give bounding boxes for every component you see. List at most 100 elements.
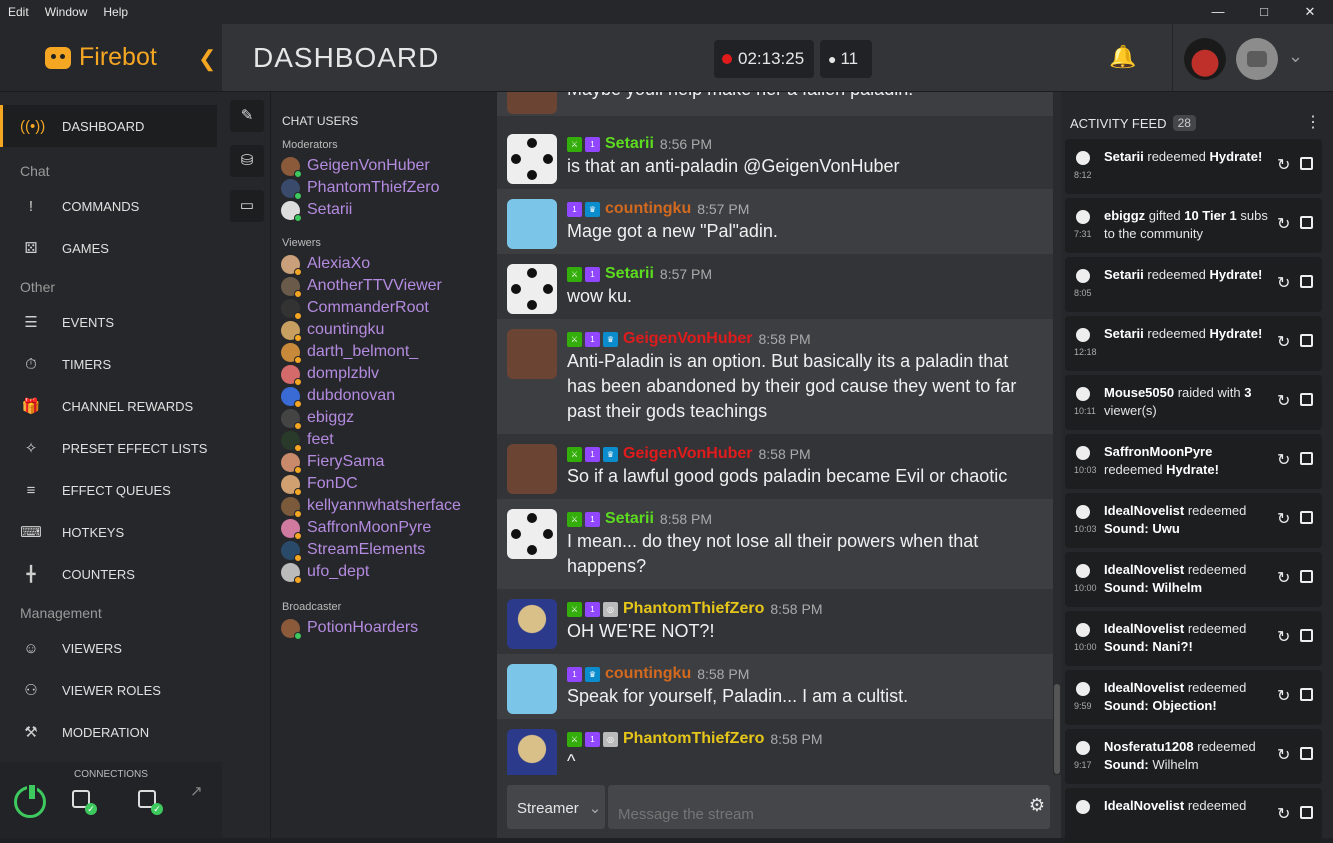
replay-icon[interactable]: ↻ (1277, 745, 1290, 765)
message-username[interactable]: PhantomThiefZero (623, 600, 764, 618)
chat-user[interactable]: dubdonovan (281, 385, 395, 408)
message-username[interactable]: Setarii (605, 510, 654, 528)
replay-icon[interactable]: ↻ (1277, 155, 1290, 175)
nav-preset-effect-lists[interactable]: ✧ PRESET EFFECT LISTS (0, 427, 222, 469)
message-username[interactable]: GeigenVonHuber (623, 330, 753, 348)
chat-message[interactable]: Maybe youll help make her a fallen palad… (497, 92, 1053, 116)
acknowledge-checkbox[interactable] (1300, 570, 1313, 583)
chat-user[interactable]: StreamElements (281, 539, 425, 562)
chat-user[interactable]: CommanderRoot (281, 297, 429, 320)
chat-message[interactable]: ⚔ 1 ◎ PhantomThiefZero 8:58 PM ^ (497, 719, 1053, 775)
chat-user[interactable]: countingku (281, 319, 384, 342)
maximize-icon[interactable]: □ (1241, 0, 1287, 24)
chat-user[interactable]: darth_belmont_ (281, 341, 418, 364)
external-link-icon[interactable]: ↗ (190, 782, 203, 800)
acknowledge-checkbox[interactable] (1300, 275, 1313, 288)
chat-message[interactable]: ⚔ 1 Setarii 8:56 PM is that an anti-paladin … (497, 124, 1053, 189)
chat-user[interactable]: AlexiaXo (281, 253, 370, 276)
chat-message[interactable]: ⚔ 1 ♛ GeigenVonHuber 8:58 PM So if a lawful g… (497, 434, 1053, 499)
replay-icon[interactable]: ↻ (1277, 627, 1290, 647)
message-username[interactable]: countingku (605, 200, 691, 218)
chat-message[interactable]: ⚔ 1 Setarii 8:57 PM wow ku. (497, 254, 1053, 319)
acknowledge-checkbox[interactable] (1300, 806, 1313, 819)
acknowledge-checkbox[interactable] (1300, 157, 1313, 170)
twitch-connection-icon[interactable]: ✓ (72, 790, 97, 815)
replay-icon[interactable]: ↻ (1277, 391, 1290, 411)
message-username[interactable]: GeigenVonHuber (623, 445, 753, 463)
replay-icon[interactable]: ↻ (1277, 804, 1290, 824)
chat-user[interactable]: FonDC (281, 473, 358, 496)
chat-user[interactable]: PotionHoarders (281, 617, 418, 640)
acknowledge-checkbox[interactable] (1300, 688, 1313, 701)
chat-user[interactable]: ufo_dept (281, 561, 369, 584)
nav-hotkeys[interactable]: ⌨ HOTKEYS (0, 511, 222, 553)
chat-user[interactable]: Setarii (281, 199, 352, 222)
acknowledge-checkbox[interactable] (1300, 747, 1313, 760)
acknowledge-checkbox[interactable] (1300, 216, 1313, 229)
chat-user[interactable]: FierySama (281, 451, 384, 474)
replay-icon[interactable]: ↻ (1277, 332, 1290, 352)
chat-message[interactable]: 1 ♛ countingku 8:57 PM Mage got a new "Pal"a… (497, 189, 1053, 254)
database-icon[interactable]: ⛁ (230, 145, 264, 177)
nav-viewer-roles[interactable]: ⚇ VIEWER ROLES (0, 669, 222, 711)
replay-icon[interactable]: ↻ (1277, 214, 1290, 234)
replay-icon[interactable]: ↻ (1277, 273, 1290, 293)
chat-user[interactable]: PhantomThiefZero (281, 177, 440, 200)
message-username[interactable]: Setarii (605, 265, 654, 283)
nav-events[interactable]: ☰ EVENTS (0, 301, 222, 343)
more-options-icon[interactable]: ⋮ (1305, 112, 1321, 132)
replay-icon[interactable]: ↻ (1277, 509, 1290, 529)
chat-user[interactable]: domplzblv (281, 363, 379, 386)
replay-icon[interactable]: ↻ (1277, 450, 1290, 470)
chat-message[interactable]: ⚔ 1 ♛ GeigenVonHuber 8:58 PM Anti-Paladin is … (497, 319, 1053, 434)
acknowledge-checkbox[interactable] (1300, 334, 1313, 347)
chat-user[interactable]: kellyannwhatsherface (281, 495, 461, 518)
sender-select[interactable]: Streamer ⌄ (507, 785, 605, 829)
nav-counters[interactable]: ╋ COUNTERS (0, 553, 222, 595)
chat-scrollbar[interactable] (1053, 92, 1061, 775)
power-icon[interactable] (14, 783, 46, 818)
minimize-icon[interactable]: — (1195, 0, 1241, 24)
chat-user[interactable]: AnotherTTVViewer (281, 275, 442, 298)
pencil-icon[interactable]: ✎ (230, 100, 264, 132)
message-input[interactable] (608, 785, 1050, 829)
streamer-avatar[interactable] (1184, 38, 1226, 80)
chat-message[interactable]: ⚔ 1 Setarii 8:58 PM I mean... do they not lo… (497, 499, 1053, 589)
chat-message[interactable]: ⚔ 1 ◎ PhantomThiefZero 8:58 PM OH WE'RE NOT?! (497, 589, 1053, 654)
acknowledge-checkbox[interactable] (1300, 452, 1313, 465)
nav-dashboard[interactable]: ((•)) DASHBOARD (0, 105, 217, 147)
nav-channel-rewards[interactable]: 🎁 CHANNEL REWARDS (0, 385, 222, 427)
message-username[interactable]: Setarii (605, 135, 654, 153)
chat-user[interactable]: feet (281, 429, 334, 452)
menu-edit[interactable]: Edit (0, 5, 37, 19)
dice-avatar (507, 509, 557, 559)
scroll-thumb[interactable] (1054, 684, 1060, 774)
acknowledge-checkbox[interactable] (1300, 393, 1313, 406)
acknowledge-checkbox[interactable] (1300, 511, 1313, 524)
monitor-icon[interactable]: ▭ (230, 190, 264, 222)
close-icon[interactable]: ✕ (1287, 0, 1333, 24)
overlay-connection-icon[interactable]: ✓ (138, 790, 163, 815)
bell-icon[interactable]: 🔔 (1109, 44, 1136, 70)
acknowledge-checkbox[interactable] (1300, 629, 1313, 642)
chevron-down-icon[interactable]: ⌄ (1288, 46, 1303, 67)
replay-icon[interactable]: ↻ (1277, 686, 1290, 706)
chat-user[interactable]: ebiggz (281, 407, 354, 430)
message-username[interactable]: PhantomThiefZero (623, 730, 764, 748)
chat-message[interactable]: 1 ♛ countingku 8:58 PM Speak for yourself, P… (497, 654, 1053, 719)
nav-games[interactable]: ⚄ GAMES (0, 227, 222, 269)
nav-effect-queues[interactable]: ≡ EFFECT QUEUES (0, 469, 222, 511)
nav-commands[interactable]: ! COMMANDS (0, 185, 222, 227)
bot-avatar[interactable] (1236, 38, 1278, 80)
gear-icon[interactable]: ⚙ (1029, 795, 1045, 816)
collapse-sidebar-icon[interactable]: ❮ (198, 46, 216, 72)
nav-viewers[interactable]: ☺ VIEWERS (0, 627, 222, 669)
nav-timers[interactable]: ⏱ TIMERS (0, 343, 222, 385)
chat-user[interactable]: SaffronMoonPyre (281, 517, 431, 540)
replay-icon[interactable]: ↻ (1277, 568, 1290, 588)
chat-user[interactable]: GeigenVonHuber (281, 155, 430, 178)
menu-help[interactable]: Help (95, 5, 136, 19)
menu-window[interactable]: Window (37, 5, 96, 19)
message-username[interactable]: countingku (605, 665, 691, 683)
nav-moderation[interactable]: ⚒ MODERATION (0, 711, 222, 753)
